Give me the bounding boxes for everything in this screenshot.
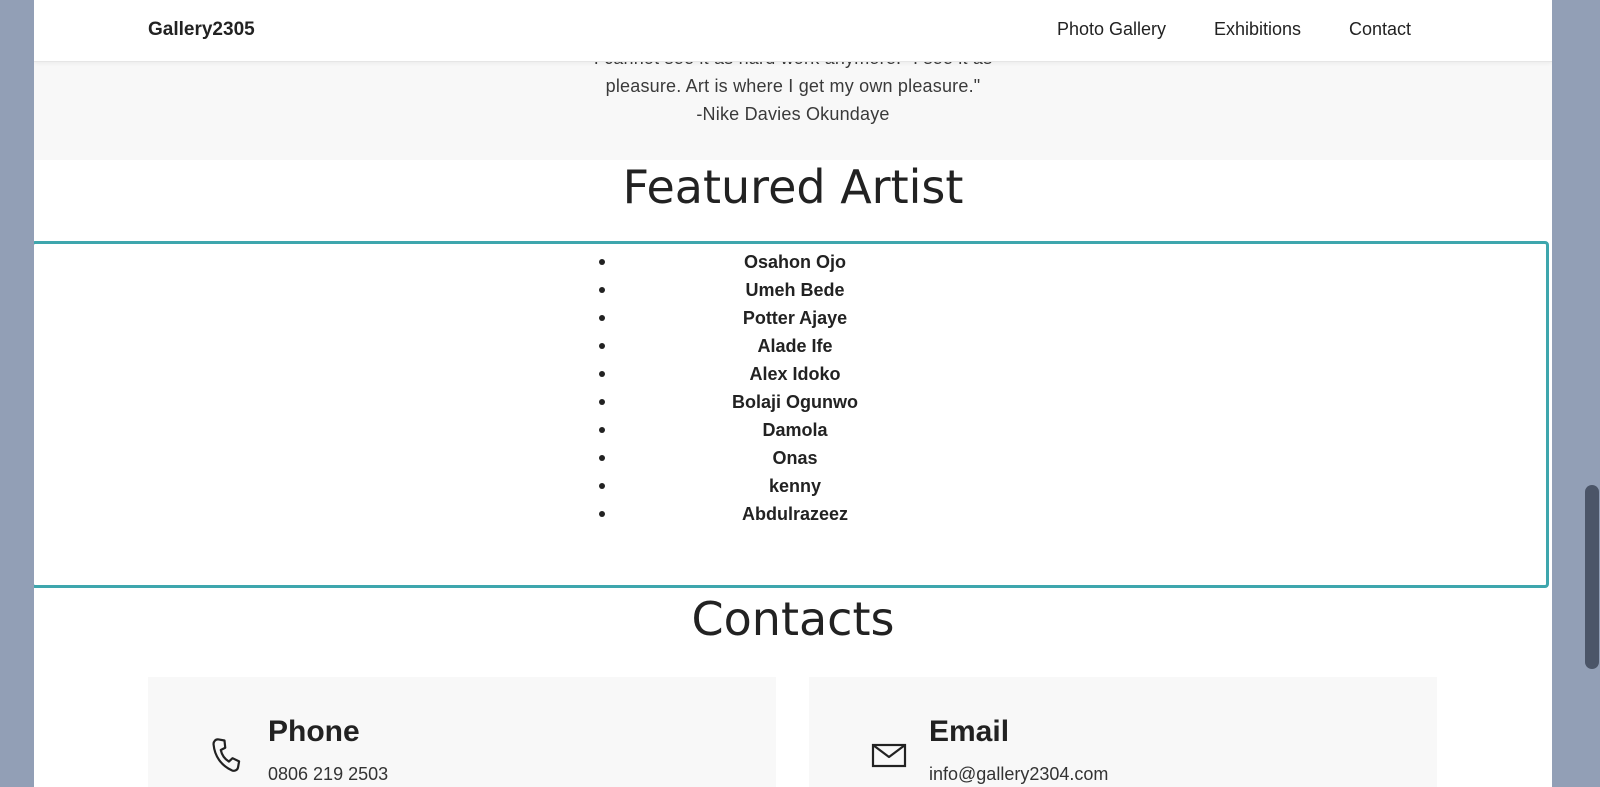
list-item: Osahon Ojo [34,248,1546,276]
list-item: Potter Ajaye [34,304,1546,332]
list-item: Onas [34,444,1546,472]
bullet-icon [599,483,605,489]
mail-icon [871,743,907,768]
page: I cannot see it as hard work anymore. "I… [34,0,1552,787]
phone-value[interactable]: 0806 219 2503 [268,764,388,785]
nav-link-exhibitions[interactable]: Exhibitions [1214,19,1301,40]
artist-name: Osahon Ojo [743,252,846,272]
quote-line-2: pleasure. Art is where I get my own plea… [605,76,981,96]
list-item: Umeh Bede [34,276,1546,304]
artist-name: Damola [762,420,828,440]
artist-name: Onas [772,448,818,468]
brand-logo[interactable]: Gallery2305 [148,19,255,41]
bullet-icon [599,427,605,433]
artist-name: Bolaji Ogunwo [732,392,858,412]
list-item: Alex Idoko [34,360,1546,388]
bullet-icon [599,343,605,349]
bullet-icon [599,511,605,517]
contacts-heading: Contacts [691,592,895,646]
artist-name: Umeh Bede [745,280,845,300]
bullet-icon [599,315,605,321]
featured-artist-heading: Featured Artist [622,160,964,214]
artist-name: Abdulrazeez [741,504,849,524]
featured-artist-list-box: Osahon Ojo Umeh Bede Potter Ajaye Alade Ife… [34,241,1549,588]
artist-list: Osahon Ojo Umeh Bede Potter Ajaye Alade Ife… [34,248,1546,528]
bullet-icon [599,287,605,293]
navbar: Gallery2305 Photo Gallery Exhibitions Co… [34,0,1552,62]
list-item: Bolaji Ogunwo [34,388,1546,416]
list-item: kenny [34,472,1546,500]
bullet-icon [599,259,605,265]
bullet-icon [599,399,605,405]
phone-card: Phone 0806 219 2503 [148,677,776,787]
artist-name: Alex Idoko [749,364,841,384]
bullet-icon [599,371,605,377]
list-item: Alade Ife [34,332,1546,360]
email-title: Email [929,715,1010,748]
quote-author: -Nike Davies Okundaye [696,104,890,124]
phone-icon [212,738,241,772]
list-item: Abdulrazeez [34,500,1546,528]
list-item: Damola [34,416,1546,444]
nav-link-photo-gallery[interactable]: Photo Gallery [1057,19,1166,40]
scrollbar-thumb[interactable] [1585,485,1599,669]
phone-title: Phone [268,715,360,748]
email-card: Email info@gallery2304.com [809,677,1437,787]
artist-name: kenny [768,476,822,496]
nav-link-contact[interactable]: Contact [1349,19,1411,40]
bullet-icon [599,455,605,461]
artist-name: Potter Ajaye [742,308,848,328]
email-value[interactable]: info@gallery2304.com [929,764,1108,785]
artist-name: Alade Ife [757,336,833,356]
